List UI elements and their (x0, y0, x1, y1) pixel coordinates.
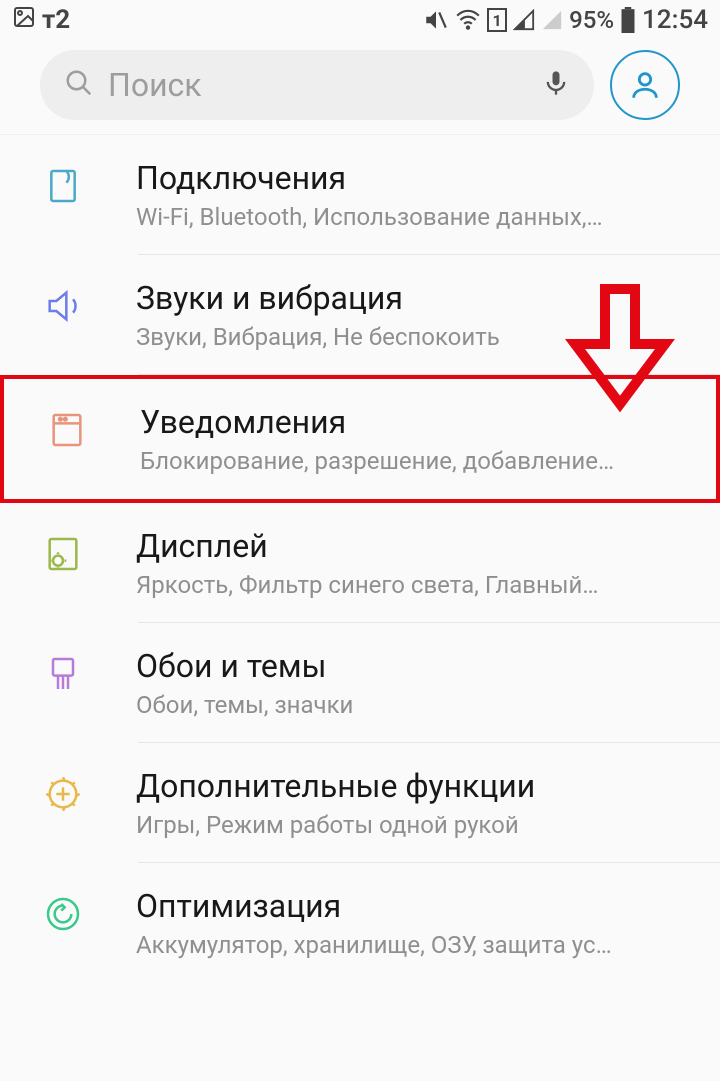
status-bar: т2 1 95% 12:54 (0, 0, 720, 40)
connections-icon (40, 163, 86, 209)
item-connections[interactable]: Подключения Wi-Fi, Bluetooth, Использова… (0, 135, 720, 255)
display-icon (40, 531, 86, 577)
search-placeholder: Поиск (108, 66, 542, 104)
item-sub: Игры, Режим работы одной рукой (136, 811, 690, 839)
wallpapers-icon (40, 651, 86, 697)
item-optimization[interactable]: Оптимизация Аккумулятор, хранилище, ОЗУ,… (0, 863, 720, 983)
item-title: Оптимизация (136, 887, 690, 925)
search-row: Поиск (0, 40, 720, 135)
item-sub: Блокирование, разрешение, добавление… (140, 447, 686, 475)
item-sub: Яркость, Фильтр синего света, Главный… (136, 571, 690, 599)
item-sub: Обои, темы, значки (136, 691, 690, 719)
item-sub: Аккумулятор, хранилище, ОЗУ, защита ус… (136, 931, 690, 959)
signal2-icon (541, 9, 563, 31)
item-title: Обои и темы (136, 647, 690, 685)
clock: 12:54 (642, 5, 708, 35)
search-icon (64, 68, 94, 102)
mute-icon (423, 7, 449, 33)
optimization-icon (40, 891, 86, 937)
item-wallpapers[interactable]: Обои и темы Обои, темы, значки (0, 623, 720, 743)
wifi-icon (455, 7, 481, 33)
settings-list: Подключения Wi-Fi, Bluetooth, Использова… (0, 135, 720, 983)
item-title: Уведомления (140, 403, 686, 441)
item-advanced[interactable]: Дополнительные функции Игры, Режим работ… (0, 743, 720, 863)
carrier-label: т2 (42, 5, 70, 35)
search-input[interactable]: Поиск (40, 50, 594, 120)
mic-icon[interactable] (542, 69, 570, 101)
notifications-icon (44, 407, 90, 453)
battery-icon (620, 7, 636, 33)
sim1-icon: 1 (487, 8, 507, 32)
item-sub: Звуки, Вибрация, Не беспокоить (136, 323, 690, 351)
signal-icon (513, 9, 535, 31)
item-notifications[interactable]: Уведомления Блокирование, разрешение, до… (0, 375, 720, 503)
item-title: Дисплей (136, 527, 690, 565)
battery-pct: 95% (569, 6, 614, 34)
item-sounds[interactable]: Звуки и вибрация Звуки, Вибрация, Не бес… (0, 255, 720, 375)
item-title: Звуки и вибрация (136, 279, 690, 317)
item-title: Дополнительные функции (136, 767, 690, 805)
item-sub: Wi-Fi, Bluetooth, Использование данных,… (136, 203, 690, 231)
sounds-icon (40, 283, 86, 329)
profile-button[interactable] (610, 50, 680, 120)
item-title: Подключения (136, 159, 690, 197)
advanced-icon (40, 771, 86, 817)
image-icon (12, 5, 36, 35)
item-display[interactable]: Дисплей Яркость, Фильтр синего света, Гл… (0, 503, 720, 623)
